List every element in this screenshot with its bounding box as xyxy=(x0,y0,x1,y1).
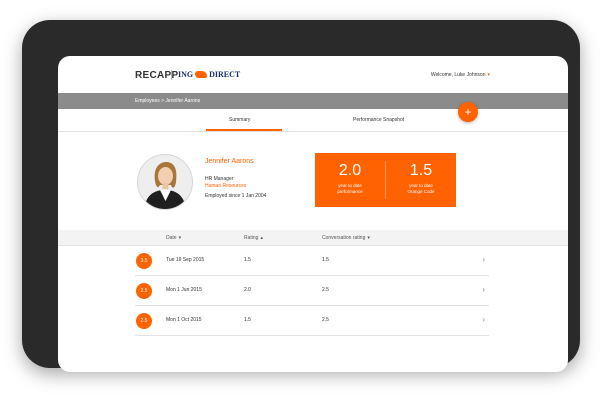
brand-logo: ING DIRECT xyxy=(178,70,240,79)
employee-role: HR Manager xyxy=(205,176,234,182)
column-header-conversation-rating[interactable]: Conversation rating ▾ xyxy=(322,235,370,241)
stat-label-line2: Orange Code xyxy=(407,189,435,194)
active-tab-indicator xyxy=(206,129,282,131)
stat-label-line2: performance xyxy=(337,189,363,194)
sort-down-icon: ▾ xyxy=(367,235,370,241)
stat-ytd-orange-code: 1.5 year to date Orange Code xyxy=(386,162,456,195)
column-label: Date xyxy=(166,235,177,241)
column-label: Rating xyxy=(244,235,259,241)
brand-logo-right: DIRECT xyxy=(209,70,241,79)
tab-summary[interactable]: Summary xyxy=(229,117,250,123)
brand-logo-left: ING xyxy=(178,70,194,79)
lion-icon xyxy=(195,71,208,78)
cell-rating: 1.5 xyxy=(244,317,251,323)
stats-card: 2.0 year to date performance 1.5 year to… xyxy=(315,153,456,207)
table-row[interactable]: 2.5 Mon 1 Jun 2015 2.0 2.5 › xyxy=(135,276,489,306)
sort-up-icon: ▴ xyxy=(260,235,263,241)
chevron-right-icon[interactable]: › xyxy=(482,285,485,294)
employee-department[interactable]: Human Resources xyxy=(205,183,246,189)
stat-ytd-performance: 2.0 year to date performance xyxy=(315,162,385,195)
breadcrumb-bar: Employees > Jennifer Aarons xyxy=(58,93,568,109)
add-button[interactable]: + xyxy=(458,102,478,122)
table-row[interactable]: 3.5 Tue 19 Sep 2015 1.5 1.5 › xyxy=(135,246,489,276)
cell-date: Mon 1 Jun 2015 xyxy=(166,287,202,293)
cell-conversation-rating: 2.5 xyxy=(322,317,329,323)
column-header-date[interactable]: Date ▾ xyxy=(166,235,181,241)
table-row[interactable]: 2.5 Mon 1 Oct 2015 1.5 2.5 › xyxy=(135,306,489,336)
chevron-right-icon[interactable]: › xyxy=(482,255,485,264)
column-label: Conversation rating xyxy=(322,235,366,241)
tablet-frame: RECAPP ING DIRECT Welcome, Luke Johnson … xyxy=(22,20,580,372)
employee-name: Jennifer Aarons xyxy=(205,158,254,165)
cell-rating: 2.0 xyxy=(244,287,251,293)
stat-value: 1.5 xyxy=(409,162,433,179)
stat-value: 2.0 xyxy=(338,162,362,179)
sort-down-icon: ▾ xyxy=(178,235,182,241)
score-badge: 2.5 xyxy=(136,283,152,299)
user-menu[interactable]: Welcome, Luke Johnson ▾ xyxy=(431,72,490,78)
score-badge: 2.5 xyxy=(136,313,152,329)
tab-bar: Summary Performance Snapshot xyxy=(58,110,568,132)
welcome-text: Welcome, Luke Johnson xyxy=(430,72,486,78)
cell-conversation-rating: 1.5 xyxy=(322,257,329,263)
app-screen: RECAPP ING DIRECT Welcome, Luke Johnson … xyxy=(58,56,568,372)
chevron-right-icon[interactable]: › xyxy=(482,315,485,324)
breadcrumb[interactable]: Employees > Jennifer Aarons xyxy=(135,98,200,104)
cell-rating: 1.5 xyxy=(244,257,251,263)
employed-since: Employed since 1 Jan 2004 xyxy=(205,193,267,199)
chevron-down-icon: ▾ xyxy=(487,72,490,78)
cell-date: Tue 19 Sep 2015 xyxy=(166,257,205,263)
app-header: RECAPP ING DIRECT Welcome, Luke Johnson … xyxy=(58,56,568,92)
table-header: Date ▾ Rating ▴ Conversation rating ▾ xyxy=(58,230,568,246)
tab-performance-snapshot[interactable]: Performance Snapshot xyxy=(353,117,404,123)
user-photo-icon xyxy=(138,155,192,209)
column-header-rating[interactable]: Rating ▴ xyxy=(244,235,263,241)
cell-conversation-rating: 2.5 xyxy=(322,287,329,293)
header-divider xyxy=(171,70,172,80)
cell-date: Mon 1 Oct 2015 xyxy=(166,317,202,323)
avatar xyxy=(137,154,193,210)
score-badge: 3.5 xyxy=(136,253,152,269)
